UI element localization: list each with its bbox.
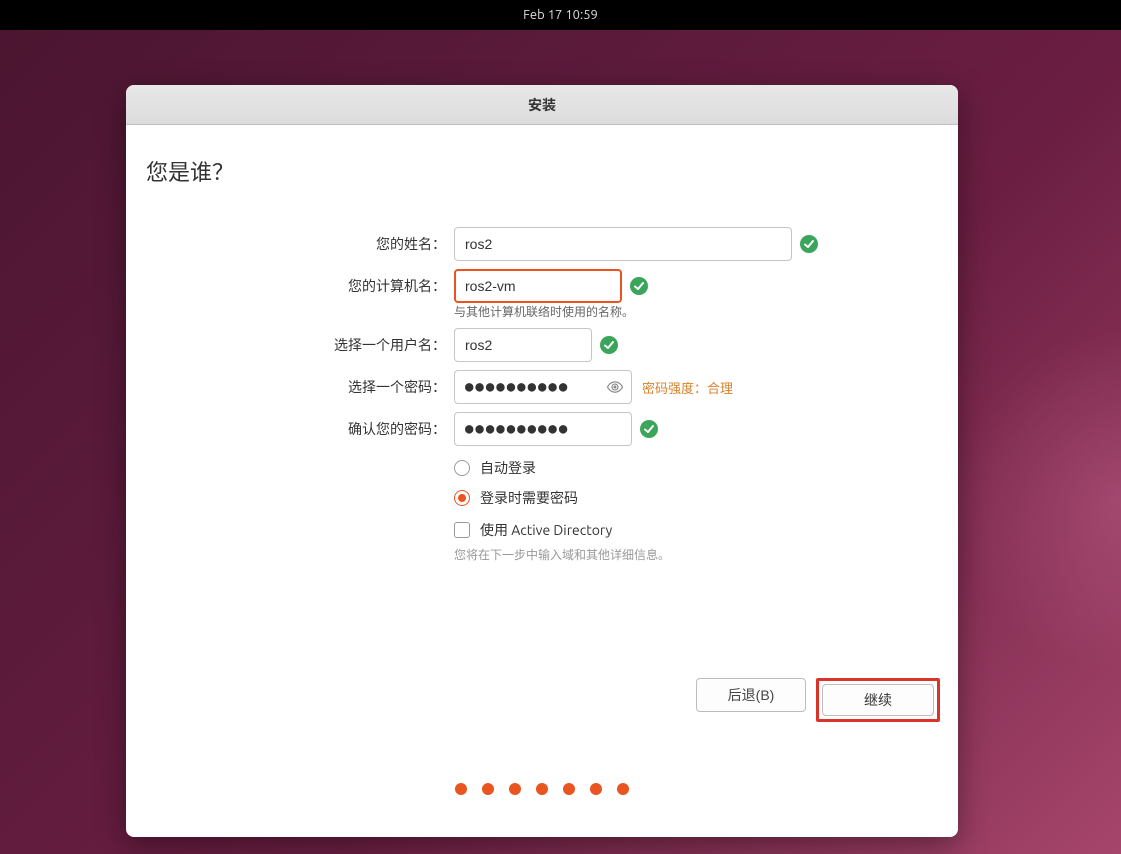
check-icon: [630, 277, 648, 295]
row-hostname: 您的计算机名：: [146, 269, 938, 303]
ad-helper-text: 您将在下一步中输入域和其他详细信息。: [454, 546, 938, 563]
progress-dot: [563, 783, 575, 795]
confirm-password-input[interactable]: ●●●●●●●●●●: [454, 412, 632, 446]
hostname-helper: 与其他计算机联络时使用的名称。: [454, 303, 634, 320]
active-directory-group: 使用 Active Directory: [454, 520, 938, 540]
row-username: 选择一个用户名：: [146, 328, 938, 362]
installer-window: 安装 您是谁？ 您的姓名： 您的计算机名：: [126, 85, 958, 837]
window-title: 安装: [528, 95, 556, 115]
progress-dot: [482, 783, 494, 795]
check-icon: [600, 336, 618, 354]
radio-circle-checked-icon: [454, 490, 470, 506]
progress-dot: [536, 783, 548, 795]
window-titlebar: 安装: [126, 85, 958, 125]
label-name: 您的姓名：: [146, 234, 454, 254]
window-content: 您是谁？ 您的姓名： 您的计算机名：: [126, 125, 958, 837]
progress-dot: [590, 783, 602, 795]
show-password-icon[interactable]: [606, 378, 624, 396]
row-name: 您的姓名：: [146, 227, 938, 261]
checkbox-active-directory[interactable]: 使用 Active Directory: [454, 520, 938, 540]
hostname-input[interactable]: [454, 269, 622, 303]
datetime-label: Feb 17 10:59: [523, 8, 598, 22]
checkbox-ad-label: 使用 Active Directory: [480, 520, 612, 540]
label-password: 选择一个密码：: [146, 377, 454, 397]
back-button[interactable]: 后退(B): [696, 678, 806, 712]
radio-auto-login-label: 自动登录: [480, 458, 536, 478]
progress-dots: [455, 783, 629, 795]
page-heading: 您是谁？: [146, 155, 938, 187]
row-hostname-helper: 与其他计算机联络时使用的名称。: [146, 303, 938, 320]
row-password: 选择一个密码： ●●●●●●●●●● 密码强度：合理: [146, 370, 938, 404]
name-input[interactable]: [454, 227, 792, 261]
continue-button-highlight: 继续: [816, 678, 940, 722]
user-form: 您的姓名： 您的计算机名：: [146, 227, 938, 563]
row-confirm-password: 确认您的密码： ●●●●●●●●●●: [146, 412, 938, 446]
password-strength: 密码强度：合理: [642, 378, 733, 397]
top-system-bar: Feb 17 10:59: [0, 0, 1121, 30]
progress-dot: [509, 783, 521, 795]
checkbox-box-icon: [454, 522, 470, 538]
label-username: 选择一个用户名：: [146, 335, 454, 355]
progress-dot: [617, 783, 629, 795]
radio-auto-login[interactable]: 自动登录: [454, 458, 938, 478]
radio-require-password-label: 登录时需要密码: [480, 488, 578, 508]
username-input[interactable]: [454, 328, 592, 362]
radio-require-password[interactable]: 登录时需要密码: [454, 488, 938, 508]
login-option-group: 自动登录 登录时需要密码: [454, 458, 938, 508]
radio-circle-icon: [454, 460, 470, 476]
continue-button[interactable]: 继续: [822, 684, 934, 716]
progress-dot: [455, 783, 467, 795]
check-icon: [800, 235, 818, 253]
label-confirm-password: 确认您的密码：: [146, 419, 454, 439]
label-hostname: 您的计算机名：: [146, 276, 454, 296]
check-icon: [640, 420, 658, 438]
button-row: 后退(B) 继续: [696, 678, 940, 722]
